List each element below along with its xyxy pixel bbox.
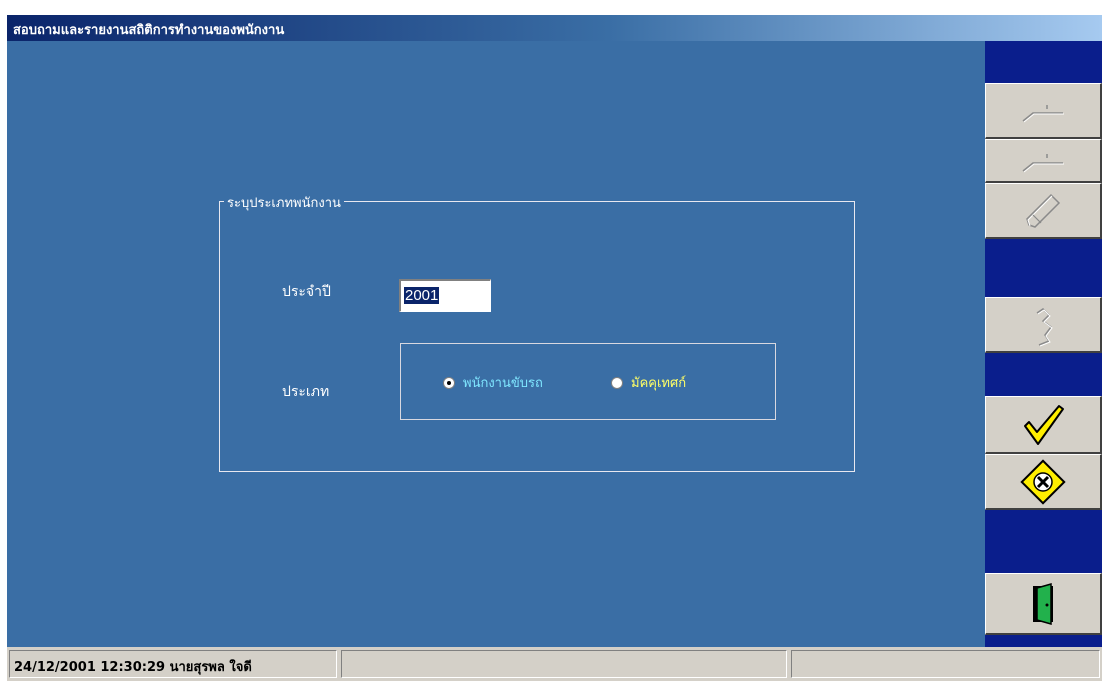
- ok-button[interactable]: [985, 396, 1102, 454]
- exit-button[interactable]: [985, 573, 1102, 635]
- delete-icon: [1036, 307, 1053, 346]
- year-value: 2001: [404, 287, 440, 304]
- edit-button[interactable]: [985, 183, 1102, 239]
- ok-checkmark-icon: [1024, 404, 1064, 445]
- status-datetime-user: 24/12/2001 12:30:29 นายสุรพล ใจดี: [14, 660, 252, 675]
- employee-type-group: ระบุประเภทพนักงาน: [219, 192, 855, 472]
- cancel-icon: [1020, 458, 1066, 505]
- status-bar: 24/12/2001 12:30:29 นายสุรพล ใจดี: [7, 647, 1102, 681]
- type-radio-group: พนักงานขับรถ มัคคุเทศก์: [400, 343, 776, 420]
- year-input[interactable]: 2001: [399, 279, 491, 312]
- add-icon: [1022, 104, 1064, 122]
- add-button[interactable]: [985, 83, 1102, 139]
- radio-driver-label: พนักงานขับรถ: [463, 376, 543, 391]
- type-label: ประเภท: [282, 384, 330, 400]
- radio-driver[interactable]: พนักงานขับรถ: [443, 372, 543, 393]
- group-label: ระบุประเภทพนักงาน: [224, 192, 344, 213]
- radio-guide[interactable]: มัคคุเทศก์: [611, 372, 686, 393]
- exit-door-icon: [1033, 582, 1053, 625]
- insert-icon: [1022, 153, 1064, 172]
- radio-guide-label: มัคคุเทศก์: [631, 376, 687, 391]
- main-window: สอบถามและรายงานสถิติการทำงานของพนักงาน ร…: [7, 15, 1102, 681]
- radio-guide-dot[interactable]: [611, 376, 623, 389]
- right-toolbar: [985, 41, 1102, 647]
- radio-driver-dot[interactable]: [443, 376, 455, 389]
- client-area: ระบุประเภทพนักงาน ประจำปี 2001 ประเภท พน…: [7, 41, 985, 647]
- window-title: สอบถามและรายงานสถิติการทำงานของพนักงาน: [13, 23, 285, 38]
- status-panel-3: [791, 650, 1100, 678]
- edit-pencil-icon: [1026, 193, 1061, 228]
- title-bar[interactable]: สอบถามและรายงานสถิติการทำงานของพนักงาน: [7, 15, 1102, 41]
- status-panel-datetime: 24/12/2001 12:30:29 นายสุรพล ใจดี: [9, 650, 337, 678]
- year-label: ประจำปี: [282, 284, 331, 300]
- cancel-button[interactable]: [985, 454, 1102, 510]
- delete-button[interactable]: [985, 297, 1102, 353]
- status-panel-2: [341, 650, 787, 678]
- insert-button[interactable]: [985, 139, 1102, 183]
